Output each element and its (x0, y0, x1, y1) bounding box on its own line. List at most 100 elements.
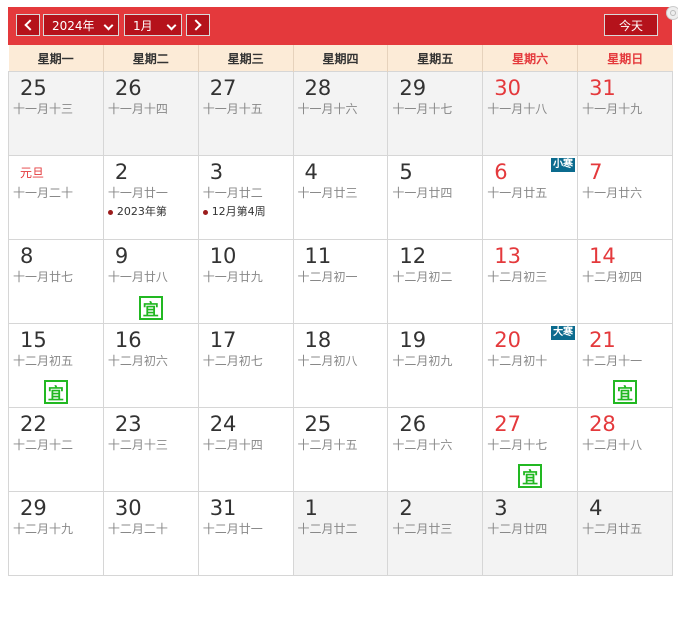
day-cell[interactable]: 22 十二月十二 (8, 407, 104, 492)
day-cell[interactable]: 18 十二月初八 (292, 323, 389, 408)
event-text: 12月第4周 (211, 205, 266, 218)
day-number: 30 (494, 76, 521, 100)
lunar-date: 十一月廿八 (107, 270, 168, 284)
day-number: 27 (209, 76, 237, 100)
day-number: 31 (209, 496, 237, 520)
day-cell[interactable]: 31 十二月廿一 (197, 491, 294, 576)
today-button[interactable]: 今天 (604, 14, 658, 36)
day-cell[interactable]: 13 十二月初三 (482, 239, 579, 324)
chevron-down-icon (103, 20, 114, 31)
event-item[interactable]: 12月第4周 (202, 203, 266, 219)
solar-term-badge: 小寒 (551, 158, 576, 172)
day-cell[interactable]: 2 十二月廿三 (387, 491, 484, 576)
lunar-date: 十一月廿五 (487, 186, 548, 200)
year-select[interactable]: 2024年 (43, 14, 119, 36)
day-number: 3 (494, 496, 508, 520)
lunar-date: 十一月十四 (107, 102, 168, 116)
day-cell[interactable]: 25 十一月十三 (8, 71, 104, 156)
day-cell[interactable]: 11 十二月初一 (292, 239, 389, 324)
day-cell[interactable]: 7 十一月廿六 (577, 155, 673, 240)
lunar-date: 十一月十八 (487, 102, 548, 116)
lunar-date: 十二月廿四 (487, 522, 548, 536)
day-cell[interactable]: 16 十二月初六 (102, 323, 199, 408)
lunar-date: 十一月廿九 (202, 270, 263, 284)
lunar-date: 十二月初五 (13, 354, 74, 368)
day-cell[interactable]: 2 十一月廿一 2023年第 (102, 155, 199, 240)
next-month-button[interactable] (186, 14, 210, 36)
day-cell[interactable]: 9 十一月廿八宜 (102, 239, 199, 324)
day-cell[interactable]: 4 十二月廿五 (577, 491, 673, 576)
day-cell[interactable]: 26 十一月十四 (102, 71, 199, 156)
day-cell[interactable]: 5 十一月廿四 (387, 155, 484, 240)
lunar-date: 十二月初九 (392, 354, 453, 368)
day-number: 26 (114, 76, 142, 100)
day-cell[interactable]: 8 十一月廿七 (8, 239, 104, 324)
day-number: 4 (589, 496, 603, 520)
auspicious-badge[interactable]: 宜 (43, 380, 68, 404)
lunar-date: 十二月初三 (487, 270, 548, 284)
festival-label: 元旦 (20, 166, 45, 180)
day-cell[interactable]: 21 十二月十一宜 (577, 323, 673, 408)
day-number: 5 (399, 160, 413, 184)
month-select[interactable]: 1月 (124, 14, 182, 36)
lunar-date: 十一月十三 (13, 102, 74, 116)
day-cell[interactable]: 4 十一月廿三 (292, 155, 389, 240)
lunar-date: 十二月十一 (582, 354, 643, 368)
day-cell[interactable]: 元旦 十一月二十 (8, 155, 104, 240)
chevron-right-icon (190, 19, 202, 31)
weekday-wed: 星期三 (197, 45, 294, 72)
day-cell[interactable]: 3 十二月廿四 (482, 491, 579, 576)
day-cell[interactable]: 28 十一月十六 (292, 71, 389, 156)
chevron-down-icon (166, 20, 177, 31)
day-cell[interactable]: 25 十二月十五 (292, 407, 389, 492)
day-cell[interactable]: 30 十二月二十 (102, 491, 199, 576)
auspicious-badge[interactable]: 宜 (518, 464, 543, 488)
calendar-week-row: 15 十二月初五宜 16 十二月初六 17 十二月初七 18 十二月初八 19 十二月初九 20 十二… (8, 323, 673, 408)
lunar-date: 十二月初四 (582, 270, 643, 284)
day-cell[interactable]: 27 十二月十七宜 (482, 407, 579, 492)
day-cell[interactable]: 27 十一月十五 (197, 71, 294, 156)
day-cell[interactable]: 3 十一月廿二 12月第4周 (197, 155, 294, 240)
calendar-week-row: 元旦 十一月二十 2 十一月廿一 2023年第 3 十一月廿二 12月第4周 4 十一月廿三 5 十一… (8, 155, 673, 240)
day-number: 31 (589, 76, 616, 100)
auspicious-badge[interactable]: 宜 (613, 380, 638, 404)
day-cell[interactable]: 20 十二月初十 大寒 (482, 323, 579, 408)
day-cell[interactable]: 23 十二月十三 (102, 407, 199, 492)
calendar-week-row: 29 十二月十九 30 十二月二十 31 十二月廿一 1 十二月廿二 2 十二月廿三 3 十二月廿四 4… (8, 491, 673, 576)
lunar-date: 十二月十四 (202, 438, 263, 452)
lunar-date: 十二月初一 (297, 270, 358, 284)
day-cell[interactable]: 19 十二月初九 (387, 323, 484, 408)
prev-month-button[interactable] (16, 14, 40, 36)
day-cell[interactable]: 29 十二月十九 (8, 491, 104, 576)
day-cell[interactable]: 29 十一月十七 (387, 71, 484, 156)
day-number: 7 (589, 160, 603, 184)
lunar-date: 十二月初八 (297, 354, 358, 368)
lunar-date: 十二月二十 (107, 522, 168, 536)
day-number: 9 (114, 244, 129, 268)
day-cell[interactable]: 1 十二月廿二 (292, 491, 389, 576)
day-cell[interactable]: 24 十二月十四 (197, 407, 294, 492)
day-cell[interactable]: 17 十二月初七 (197, 323, 294, 408)
day-cell[interactable]: 6 十一月廿五 小寒 (482, 155, 579, 240)
day-cell[interactable]: 30 十一月十八 (482, 71, 579, 156)
day-cell[interactable]: 14 十二月初四 (577, 239, 673, 324)
weekday-sun: 星期日 (577, 45, 673, 72)
refresh-icon[interactable] (666, 6, 678, 20)
day-number: 6 (494, 160, 508, 184)
auspicious-badge[interactable]: 宜 (138, 296, 163, 320)
lunar-date: 十二月十七 (487, 438, 548, 452)
day-number: 2 (114, 160, 129, 184)
month-select-value: 1月 (133, 18, 153, 33)
lunar-date: 十一月廿七 (13, 270, 74, 284)
day-cell[interactable]: 28 十二月十八 (577, 407, 673, 492)
day-cell[interactable]: 26 十二月十六 (387, 407, 484, 492)
lunar-date: 十二月廿五 (582, 522, 643, 536)
day-cell[interactable]: 31 十一月十九 (577, 71, 673, 156)
day-number: 25 (304, 412, 332, 436)
day-number: 1 (304, 496, 318, 520)
day-number: 29 (399, 76, 427, 100)
day-cell[interactable]: 10 十一月廿九 (197, 239, 294, 324)
event-item[interactable]: 2023年第 (107, 203, 167, 219)
day-cell[interactable]: 12 十二月初二 (387, 239, 484, 324)
day-cell[interactable]: 15 十二月初五宜 (8, 323, 104, 408)
